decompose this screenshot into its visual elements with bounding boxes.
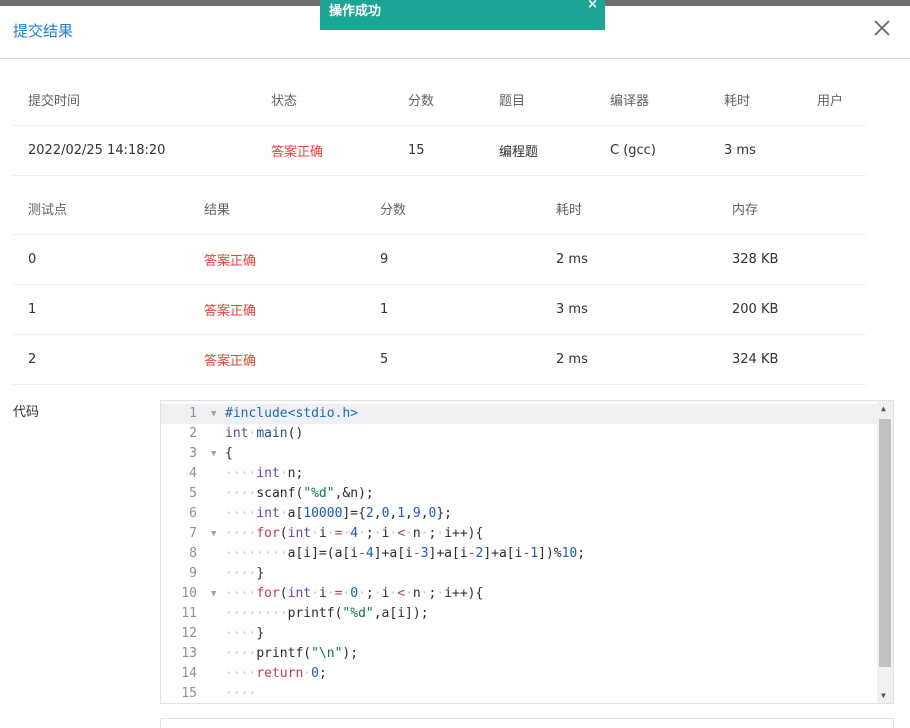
summary-header-row: 提交时间 状态 分数 题目 编译器 耗时 用户 (13, 75, 866, 126)
header-compiler: 编译器 (595, 75, 709, 126)
summary-score: 15 (393, 125, 484, 176)
testcase-result: 答案正确 (189, 284, 365, 335)
testcase-score: 5 (365, 334, 541, 385)
header-status: 状态 (256, 75, 393, 126)
summary-row: 2022/02/25 14:18:20 答案正确 15 编程题 C (gcc) … (13, 125, 866, 176)
fold-toggle-icon[interactable]: ▼ (211, 584, 216, 604)
code-text: ····int·a[10000]={2,0,1,9,0}; (225, 506, 453, 521)
testcase-time: 2 ms (541, 334, 717, 385)
code-text: ····printf("\n"); (225, 646, 359, 661)
submit-time: 2022/02/25 14:18:20 (13, 125, 256, 176)
line-number: 9 (189, 566, 197, 581)
line-number: 7 (189, 526, 197, 541)
testcase-table: 测试点 结果 分数 耗时 内存 0 答案正确 9 2 ms 328 KB 1 答… (13, 184, 866, 385)
code-text: ····int·n; (225, 466, 304, 481)
status-badge: 答案正确 (256, 125, 393, 176)
fold-toggle-icon[interactable]: ▼ (211, 524, 216, 544)
code-text: int·main() (225, 426, 304, 441)
code-text: ····} (225, 566, 265, 581)
line-number: 4 (189, 466, 197, 481)
code-text: ····for(int·i·=·0·;·i·<·n·;·i++){ (225, 586, 484, 601)
fold-toggle-icon[interactable]: ▼ (211, 444, 216, 464)
summary-table: 提交时间 状态 分数 题目 编译器 耗时 用户 2022/02/25 14:18… (13, 75, 866, 176)
line-number: 2 (189, 426, 197, 441)
code-text: { (225, 446, 233, 461)
code-text: #include<stdio.h> (225, 406, 359, 421)
problem-name: 编程题 (484, 125, 595, 176)
testcase-id: 1 (13, 284, 189, 335)
testcase-result: 答案正确 (189, 234, 365, 285)
header-submit-time: 提交时间 (13, 75, 256, 126)
code-text: ········a[i]=(a[i-4]+a[i-3]+a[i-2]+a[i-1… (225, 546, 586, 561)
table-row: 1 答案正确 1 3 ms 200 KB (13, 284, 866, 335)
header-testcase: 测试点 (13, 184, 189, 235)
header-test-time: 耗时 (541, 184, 717, 235)
header-problem: 题目 (484, 75, 595, 126)
code-text: ····} (225, 626, 265, 641)
testcase-id: 2 (13, 334, 189, 385)
line-number: 5 (189, 486, 197, 501)
testcase-score: 9 (365, 234, 541, 285)
user-name (802, 125, 866, 176)
toast-message: 操作成功 (329, 4, 382, 19)
code-editor[interactable]: 1 ▼ #include<stdio.h> 2 int·main() 3 ▼ {4 ····in… (160, 400, 894, 704)
line-number: 1 (189, 406, 197, 421)
testcase-time: 3 ms (541, 284, 717, 335)
dialog-title: 提交结果 (13, 22, 74, 40)
header-user: 用户 (802, 75, 866, 126)
table-row: 0 答案正确 9 2 ms 328 KB (13, 234, 866, 285)
line-number: 6 (189, 506, 197, 521)
header-memory: 内存 (717, 184, 866, 235)
editor-scrollbar[interactable]: ▲ ▼ (877, 401, 893, 703)
toast-close-icon[interactable]: × (587, 0, 598, 17)
scrollbar-thumb[interactable] (879, 419, 891, 667)
summary-duration: 3 ms (709, 125, 802, 176)
compiler-name: C (gcc) (595, 125, 709, 176)
line-number: 8 (189, 546, 197, 561)
code-text: ····return·0; (225, 666, 327, 681)
scroll-down-icon[interactable]: ▼ (881, 691, 886, 700)
header-test-score: 分数 (365, 184, 541, 235)
code-text: ····scanf("%d",&n); (225, 486, 374, 501)
header-score: 分数 (393, 75, 484, 126)
line-number: 14 (181, 666, 197, 681)
testcase-memory: 200 KB (717, 284, 866, 335)
testcase-header-row: 测试点 结果 分数 耗时 内存 (13, 184, 866, 235)
table-row: 2 答案正确 5 2 ms 324 KB (13, 334, 866, 385)
testcase-id: 0 (13, 234, 189, 285)
testcase-time: 2 ms (541, 234, 717, 285)
testcase-memory: 328 KB (717, 234, 866, 285)
code-text: ····for(int·i·=·4·;·i·<·n·;·i++){ (225, 526, 484, 541)
header-result: 结果 (189, 184, 365, 235)
line-number: 13 (181, 646, 197, 661)
code-text: ···· (225, 686, 257, 701)
fold-toggle-icon[interactable]: ▼ (211, 404, 216, 424)
line-number: 12 (181, 626, 197, 641)
next-section-box (160, 718, 894, 728)
line-number: 10 (181, 586, 197, 601)
header-duration: 耗时 (709, 75, 802, 126)
testcase-memory: 324 KB (717, 334, 866, 385)
close-icon[interactable] (871, 17, 893, 39)
title-divider (0, 58, 910, 59)
testcase-result: 答案正确 (189, 334, 365, 385)
scroll-up-icon[interactable]: ▲ (881, 404, 886, 413)
line-number: 3 (189, 446, 197, 461)
success-toast: 操作成功 × (320, 0, 605, 30)
code-text: ········printf("%d",a[i]); (225, 606, 429, 621)
line-number: 11 (181, 606, 197, 621)
testcase-score: 1 (365, 284, 541, 335)
code-label: 代码 (13, 405, 40, 420)
line-number: 15 (181, 686, 197, 701)
